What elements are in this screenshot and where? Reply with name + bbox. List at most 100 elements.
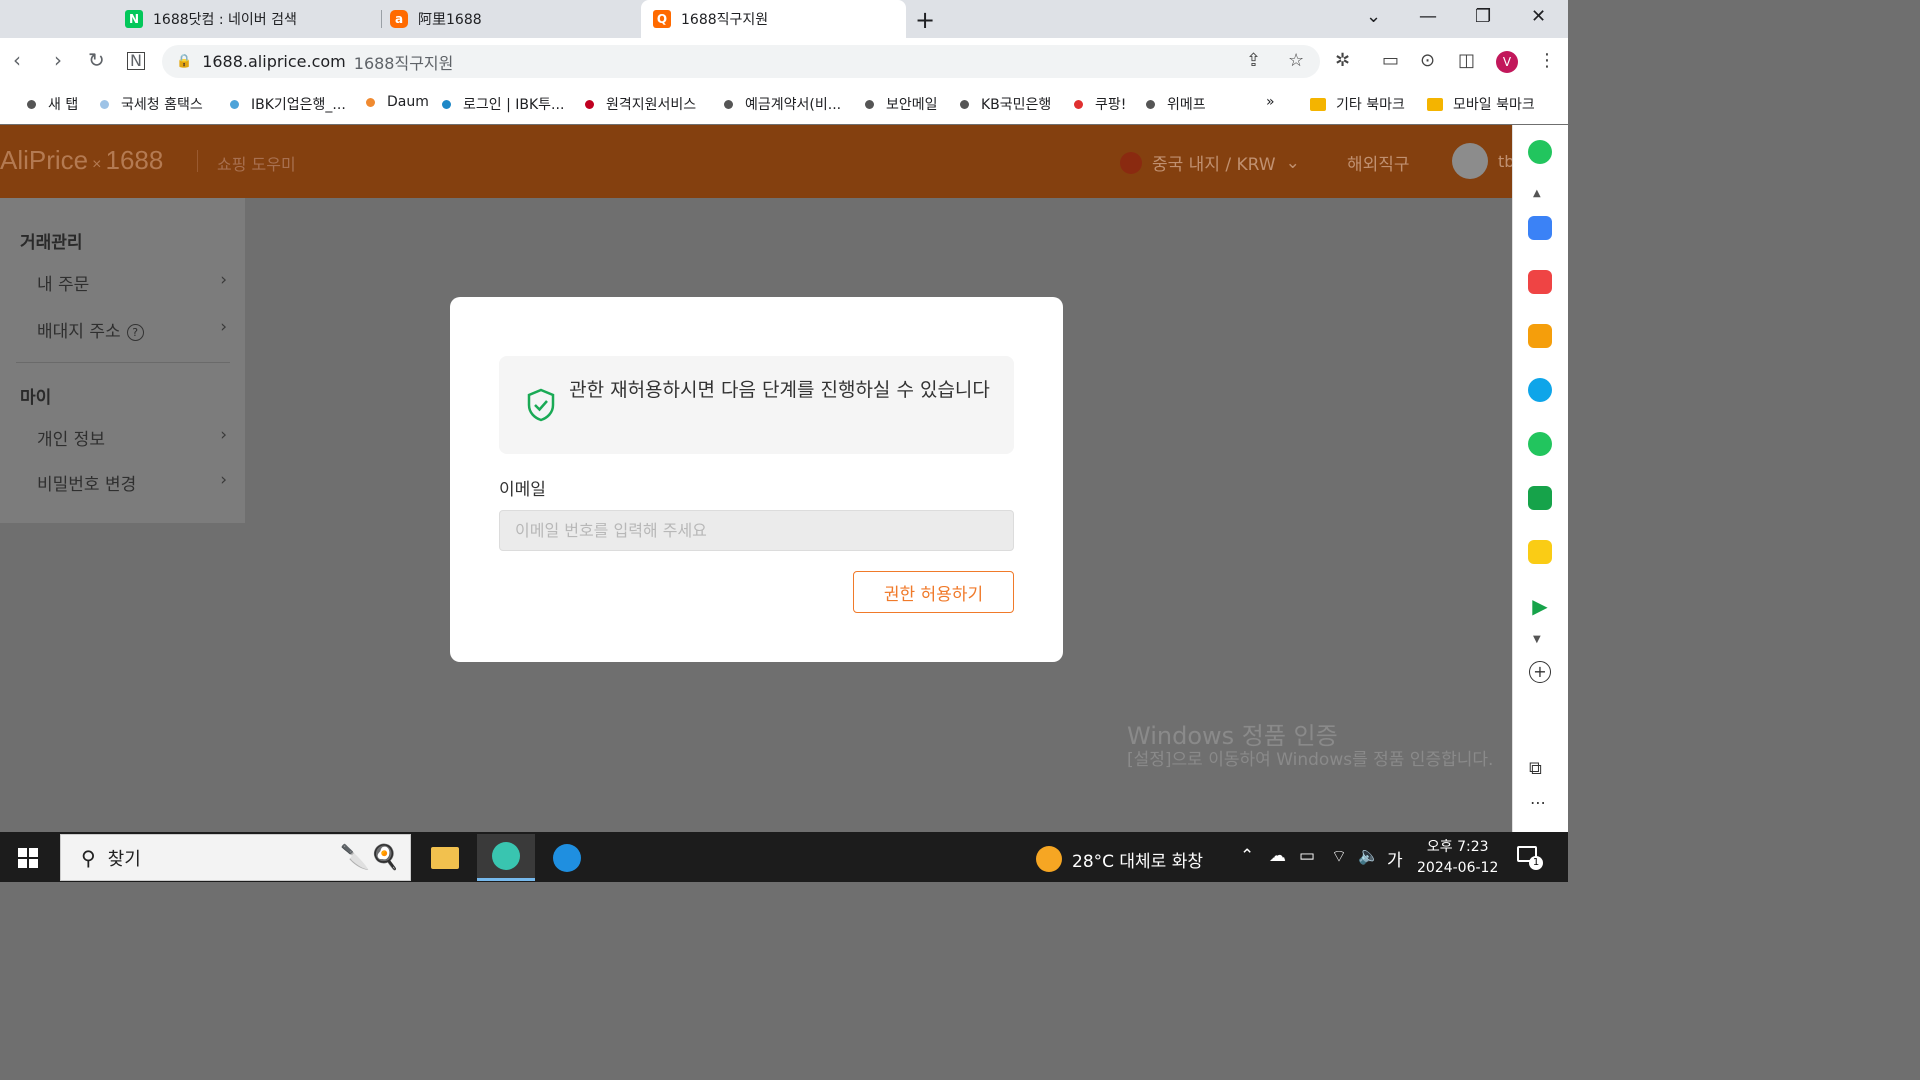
bookmark-favicon-icon (442, 99, 451, 109)
tab-naver[interactable]: N 1688닷컴 : 네이버 검색 (113, 0, 381, 38)
chevron-down-icon: ⌄ (1285, 152, 1300, 173)
region-selector[interactable]: 중국 내지 / KRW ⌄ (1120, 150, 1300, 175)
file-explorer-icon[interactable] (416, 834, 474, 881)
notification-icon[interactable]: 1 (1517, 846, 1543, 870)
tab-search-chevron-icon[interactable]: ⌄ (1366, 6, 1381, 27)
address-bar[interactable]: 🔒 1688.aliprice.com 1688직구지원 (162, 45, 1320, 78)
pocket-icon[interactable] (1528, 270, 1552, 294)
bookmark-label: 예금계약서(비... (745, 97, 842, 113)
edge-browser-icon[interactable] (538, 834, 596, 881)
weather-icon (1036, 846, 1062, 872)
extensions-icon[interactable]: ✲ (1335, 50, 1350, 71)
help-icon[interactable]: ? (126, 324, 144, 341)
battery-icon[interactable]: ▭ (1299, 846, 1315, 866)
ime-indicator[interactable]: 가 (1387, 846, 1403, 871)
overseas-link[interactable]: 해외직구 (1347, 150, 1410, 175)
open-external-icon[interactable]: ⧉ (1529, 758, 1542, 779)
taskbar-clock[interactable]: 오후 7:23 2024-06-12 (1417, 837, 1498, 879)
edge-icon[interactable] (1528, 378, 1552, 402)
bookmark-star-icon[interactable]: ☆ (1288, 50, 1304, 71)
url-text: 1688.aliprice.com (202, 52, 346, 71)
play-circle-icon[interactable] (1528, 432, 1552, 456)
sidebar-item-address[interactable]: 배대지 주소? › (37, 317, 227, 342)
minimize-icon[interactable]: — (1419, 6, 1437, 27)
media-icon[interactable]: ▭ (1382, 50, 1399, 71)
wifi-icon[interactable]: ⌔ (1331, 846, 1347, 867)
header-divider (197, 150, 198, 172)
bookmark-favicon-icon (230, 99, 239, 109)
clock-date: 2024-06-12 (1417, 860, 1499, 876)
whale-browser-icon[interactable] (477, 834, 535, 881)
sidebar-item-profile[interactable]: 개인 정보 › (37, 425, 227, 450)
new-tab-icon[interactable]: + (915, 6, 935, 34)
webtoon-icon[interactable] (1528, 486, 1552, 510)
bookmark-item[interactable]: 새 탭 (27, 94, 78, 114)
bookmark-item[interactable]: KB국민은행 (960, 94, 1051, 114)
weather-text: 28°C 대체로 화창 (1072, 851, 1204, 872)
restore-icon[interactable]: ❐ (1475, 6, 1491, 27)
bookmark-item[interactable]: Daum (366, 94, 429, 110)
scroll-up-icon[interactable]: ▲ (1533, 188, 1541, 199)
notification-count: 1 (1529, 856, 1543, 870)
bookmark-label: 국세청 홈택스 (121, 97, 203, 113)
back-icon[interactable]: ‹ (13, 48, 21, 72)
bookmark-label: 위메프 (1167, 97, 1206, 113)
activation-watermark-subtitle: [설정]으로 이동하여 Windows를 정품 인증합니다. (1127, 750, 1494, 770)
taskbar-search[interactable]: ⚲ 찾기 🔪🍳 (60, 834, 411, 881)
tray-chevron-icon[interactable]: ⌃ (1240, 846, 1254, 866)
bookmark-item[interactable]: 국세청 홈택스 (100, 94, 203, 114)
logo-right: 1688 (105, 145, 164, 175)
memo-icon[interactable] (1528, 540, 1552, 564)
tools-icon[interactable] (1528, 216, 1552, 240)
reload-icon[interactable]: ↻ (88, 48, 105, 72)
onedrive-icon[interactable]: ☁ (1269, 846, 1286, 866)
sidebar-item-orders[interactable]: 내 주문 › (37, 270, 227, 295)
add-sidebar-app-icon[interactable]: + (1529, 661, 1551, 683)
tab-alibaba[interactable]: a 阿里1688 (378, 0, 640, 38)
side-panel-icon[interactable]: ◫ (1458, 50, 1475, 71)
share-icon[interactable]: ⇪ (1246, 50, 1261, 71)
scroll-down-icon[interactable]: ▼ (1533, 634, 1541, 645)
bookmark-folder-mobile[interactable]: 모바일 북마크 (1427, 94, 1535, 114)
volume-icon[interactable]: 🔈 (1358, 846, 1379, 866)
shield-check-icon (527, 388, 555, 422)
bookmark-item[interactable]: 예금계약서(비... (724, 94, 841, 114)
bookmark-label: 보안메일 (886, 97, 938, 113)
naver-ext-icon[interactable]: N (127, 52, 145, 70)
alibaba-favicon-icon: a (390, 10, 408, 28)
aliprice-logo[interactable]: AliPrice × 1688 (0, 145, 163, 176)
grant-permission-button[interactable]: 권한 허용하기 (853, 571, 1014, 613)
bookmark-folder-other[interactable]: 기타 북마크 (1310, 94, 1405, 114)
close-icon[interactable]: ✕ (1531, 6, 1546, 27)
more-bookmarks-icon[interactable]: » (1266, 94, 1275, 110)
play-store-icon[interactable]: ▶ (1528, 594, 1552, 618)
bookmark-item[interactable]: IBK기업은행_... (230, 94, 346, 114)
tab-label: 1688직구지원 (681, 12, 769, 28)
forward-icon[interactable]: › (54, 48, 62, 72)
tab-aliprice[interactable]: Q 1688직구지원 (641, 0, 906, 38)
bookmark-item[interactable]: 원격지원서비스 (585, 94, 696, 114)
lock-icon: 🔒 (176, 54, 193, 69)
user-avatar[interactable] (1452, 143, 1488, 179)
more-options-icon[interactable]: ⋯ (1530, 793, 1546, 812)
folder-label: 기타 북마크 (1336, 97, 1405, 113)
windows-start-icon[interactable] (18, 848, 38, 868)
bookmark-favicon-icon (585, 99, 594, 109)
profile-avatar[interactable]: V (1496, 51, 1518, 73)
bookmark-favicon-icon (366, 97, 375, 107)
copilot-icon[interactable] (1528, 140, 1552, 164)
email-input[interactable] (499, 510, 1014, 551)
sidebar-item-password[interactable]: 비밀번호 변경 › (37, 470, 227, 495)
bookmark-favicon-icon (960, 99, 969, 109)
star-app-icon[interactable] (1528, 324, 1552, 348)
chevron-right-icon: › (220, 317, 227, 337)
bookmark-item[interactable]: 보안메일 (865, 94, 938, 114)
bookmark-favicon-icon (100, 99, 109, 109)
menu-icon[interactable]: ⋮ (1538, 50, 1556, 71)
bookmark-item[interactable]: 로그인 | IBK투... (442, 94, 564, 114)
weather-widget[interactable]: 28°C 대체로 화창 (1036, 846, 1203, 872)
bookmark-item[interactable]: 위메프 (1146, 94, 1206, 114)
bookmark-item[interactable]: 쿠팡! (1074, 94, 1126, 114)
chevron-right-icon: › (220, 270, 227, 290)
screenshot-icon[interactable]: ⊙ (1420, 50, 1435, 71)
